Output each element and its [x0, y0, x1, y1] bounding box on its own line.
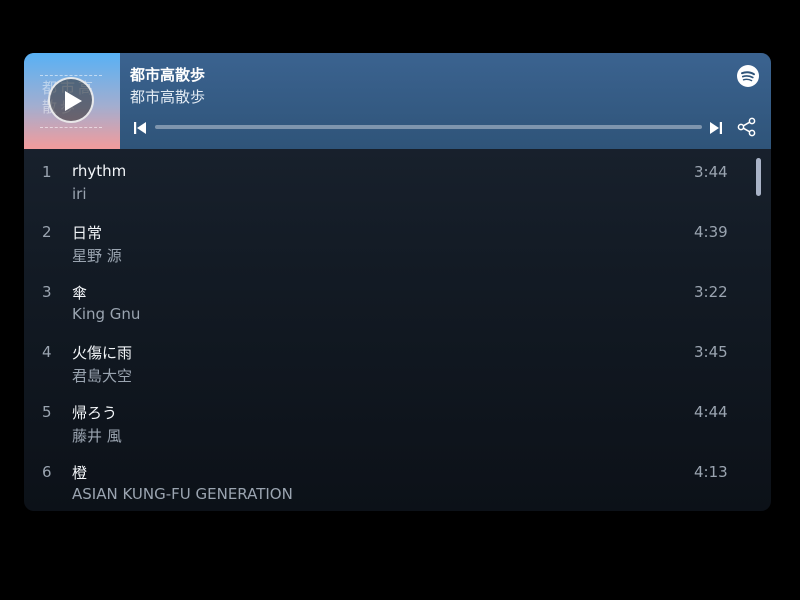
track-title: 傘: [72, 284, 88, 302]
track-artist: 君島大空: [72, 367, 133, 385]
spotify-embed-player: 都市高散歩 都市高散歩 都市高散歩: [24, 53, 771, 511]
track-row[interactable]: 4 火傷に雨 君島大空 3:45: [24, 329, 744, 389]
track-row[interactable]: 6 橙 ASIAN KUNG-FU GENERATION 4:13: [24, 449, 744, 509]
track-row[interactable]: 1 rhythm iri 3:44: [24, 149, 744, 209]
artist-name[interactable]: 都市高散歩: [130, 86, 205, 107]
track-duration: 4:39: [694, 223, 728, 241]
track-title: 火傷に雨: [72, 344, 133, 362]
track-number: 4: [42, 343, 52, 361]
skip-previous-icon[interactable]: [133, 121, 147, 135]
tracklist-scrollbar[interactable]: [756, 158, 761, 196]
track-list: 1 rhythm iri 3:44 2 日常 星野 源 4:39 3 傘 Kin…: [24, 149, 771, 511]
track-row[interactable]: 5 帰ろう 藤井 風 4:44: [24, 389, 744, 449]
track-title: 橙: [72, 464, 88, 482]
cover-decoration-line: [40, 75, 102, 76]
track-duration: 4:44: [694, 403, 728, 421]
skip-next-icon[interactable]: [709, 121, 723, 135]
track-artist: King Gnu: [72, 305, 141, 323]
track-row[interactable]: 3 傘 King Gnu 3:22: [24, 269, 744, 329]
play-icon: [65, 91, 82, 111]
track-number: 6: [42, 463, 52, 481]
cover-decoration-line: [40, 127, 102, 128]
track-artist: ASIAN KUNG-FU GENERATION: [72, 485, 293, 503]
track-duration: 3:44: [694, 163, 728, 181]
track-artist: 星野 源: [72, 247, 122, 265]
share-icon[interactable]: [737, 117, 757, 137]
play-button[interactable]: [48, 77, 94, 123]
track-duration: 3:22: [694, 283, 728, 301]
track-number: 5: [42, 403, 52, 421]
progress-bar[interactable]: [155, 125, 702, 129]
spotify-logo-icon[interactable]: [737, 65, 759, 87]
track-title: 日常: [72, 224, 103, 242]
track-number: 1: [42, 163, 52, 181]
player-header: 都市高散歩 都市高散歩 都市高散歩: [24, 53, 771, 149]
track-row[interactable]: 2 日常 星野 源 4:39: [24, 209, 744, 269]
track-number: 3: [42, 283, 52, 301]
track-title: 帰ろう: [72, 404, 118, 422]
album-cover[interactable]: 都市高散歩: [24, 53, 120, 149]
track-artist: 藤井 風: [72, 427, 122, 445]
track-duration: 4:13: [694, 463, 728, 481]
track-title: rhythm: [72, 162, 127, 180]
track-duration: 3:45: [694, 343, 728, 361]
track-number: 2: [42, 223, 52, 241]
track-artist: iri: [72, 185, 87, 203]
album-title[interactable]: 都市高散歩: [130, 64, 205, 85]
